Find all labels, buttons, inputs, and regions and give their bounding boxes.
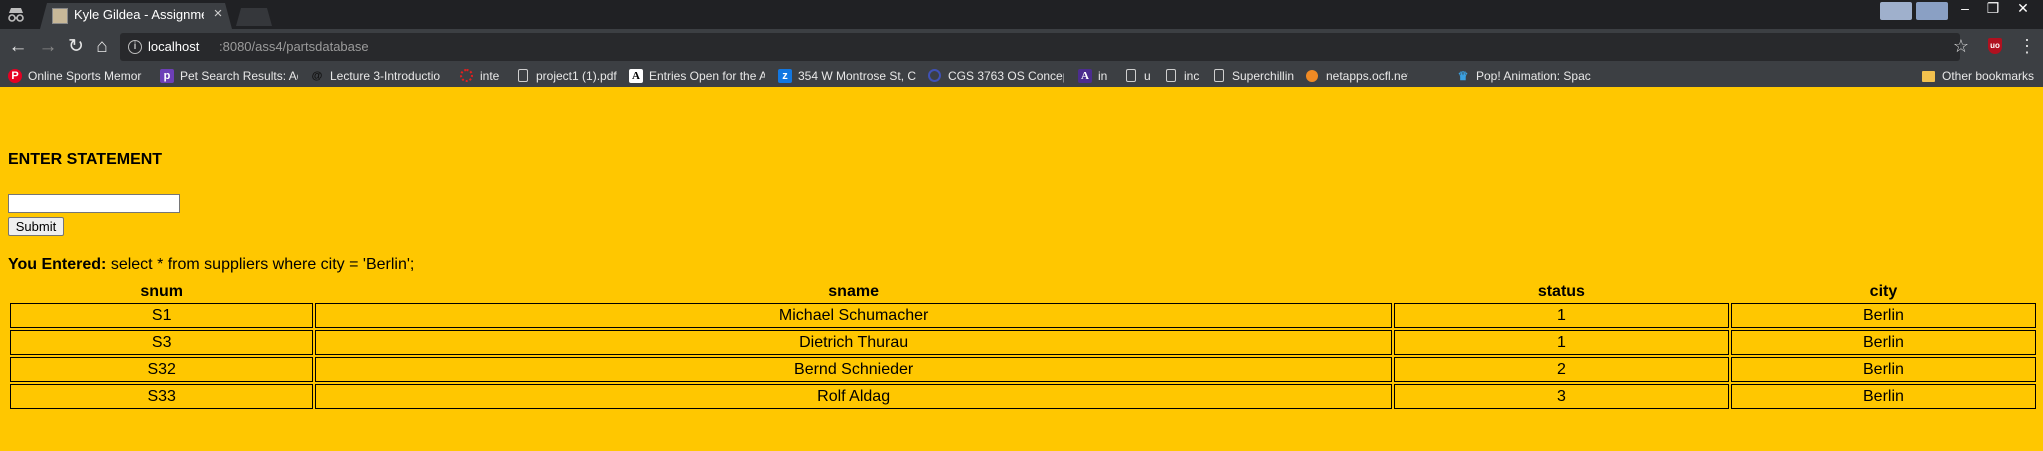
page-icon <box>1166 69 1176 82</box>
entered-label: You Entered: <box>8 256 107 273</box>
table-row: S1 Michael Schumacher 1 Berlin <box>10 303 2036 328</box>
table-cell: S3 <box>10 330 314 355</box>
column-header: status <box>1537 283 1585 300</box>
table-cell: Berlin <box>1730 357 2036 382</box>
table-row: S3 Dietrich Thurau 1 Berlin <box>10 330 2036 355</box>
bookmarks-bar: P Online Sports Memor p Pet Search Resul… <box>0 65 2043 87</box>
tab-favicon-icon <box>52 8 68 24</box>
menu-kebab-icon[interactable]: ⋮ <box>2018 35 2036 57</box>
forward-arrow-icon[interactable]: → <box>36 35 60 59</box>
a-purple-icon: A <box>1078 69 1092 83</box>
column-header: city <box>1869 283 1898 300</box>
info-icon[interactable]: i <box>128 40 142 54</box>
table-row: S33 Rolf Aldag 3 Berlin <box>10 384 2036 409</box>
spiral-icon: @ <box>311 70 323 82</box>
table-cell: Berlin <box>1730 384 2036 409</box>
url-host: localhost <box>148 39 200 54</box>
bookmark-item[interactable]: ♛ Pop! Animation: Spac <box>1456 65 1594 87</box>
page-content: ENTER STATEMENT Submit You Entered: sele… <box>0 87 2043 451</box>
maximize-button[interactable]: ❐ <box>1978 0 2008 18</box>
column-header: snum <box>140 283 184 300</box>
table-cell: Dietrich Thurau <box>315 330 1392 355</box>
entered-value: select * from suppliers where city = 'Be… <box>106 256 415 273</box>
table-header-row: snum sname status city <box>10 283 2036 301</box>
bookmark-item[interactable]: P Online Sports Memor <box>8 65 152 87</box>
table-cell: Berlin <box>1730 330 2036 355</box>
reload-icon[interactable]: ↻ <box>64 35 88 59</box>
bookmark-item[interactable]: CGS 3763 OS Concep <box>928 65 1064 87</box>
page-heading: ENTER STATEMENT <box>8 151 163 168</box>
page-icon <box>1126 69 1136 82</box>
folder-icon <box>1922 71 1935 82</box>
column-header: sname <box>828 283 879 300</box>
extension-eye-icon[interactable] <box>1880 2 1912 20</box>
bookmark-item[interactable]: @ Lecture 3-Introductio <box>310 65 448 87</box>
url-path: :8080/ass4/partsdatabase <box>219 39 369 54</box>
a-icon: A <box>629 69 643 83</box>
bookmark-item[interactable]: p Pet Search Results: Ad <box>160 65 298 87</box>
ublock-icon[interactable]: uo <box>1988 38 2002 54</box>
table-cell: 1 <box>1393 303 1729 328</box>
other-bookmarks[interactable]: Other bookmarks <box>1922 65 2040 87</box>
table-cell: 3 <box>1393 384 1729 409</box>
home-icon[interactable]: ⌂ <box>90 35 114 59</box>
table-cell: Bernd Schnieder <box>315 357 1392 382</box>
minimize-button[interactable]: – <box>1950 0 1980 18</box>
bookmark-item[interactable]: A Entries Open for the A <box>629 65 765 87</box>
incognito-icon <box>8 8 24 22</box>
tab-close-icon[interactable]: × <box>210 5 226 23</box>
table-row: S32 Bernd Schnieder 2 Berlin <box>10 357 2036 382</box>
bookmark-item[interactable]: inc <box>1164 65 1206 87</box>
close-window-button[interactable]: ✕ <box>2008 0 2038 18</box>
table-cell: 1 <box>1393 330 1729 355</box>
table-cell: 2 <box>1393 357 1729 382</box>
bookmark-item[interactable]: A in <box>1078 65 1120 87</box>
pf-icon: p <box>160 69 174 83</box>
page-icon <box>1214 69 1224 82</box>
bookmark-item[interactable]: inte <box>460 65 506 87</box>
bookmark-item[interactable]: project1 (1).pdf <box>516 65 622 87</box>
circle-icon <box>928 69 941 82</box>
table-cell: Rolf Aldag <box>315 384 1392 409</box>
pinterest-icon: P <box>8 69 22 83</box>
table-cell: S33 <box>10 384 314 409</box>
title-bar: Kyle Gildea - Assignment × – ❐ ✕ <box>0 0 2043 29</box>
bookmark-item[interactable]: u <box>1124 65 1154 87</box>
submit-button[interactable]: Submit <box>8 217 64 236</box>
back-arrow-icon[interactable]: ← <box>6 35 30 59</box>
statement-input[interactable] <box>8 194 180 213</box>
bookmark-item[interactable]: netapps.ocfl.net/nsp/ <box>1306 65 1408 87</box>
table-cell: S32 <box>10 357 314 382</box>
orange-icon <box>1306 70 1318 82</box>
extension-window-icon[interactable] <box>1916 2 1948 20</box>
ring-icon <box>460 69 473 82</box>
zillow-icon: z <box>778 69 792 83</box>
results-table: snum sname status city S1 Michael Schuma… <box>8 281 2038 411</box>
bookmark-item[interactable]: z 354 W Montrose St, C <box>778 65 916 87</box>
browser-toolbar: ← → ↻ ⌂ i localhost :8080/ass4/partsdata… <box>0 29 2043 65</box>
entered-statement: You Entered: select * from suppliers whe… <box>8 256 414 274</box>
crown-icon: ♛ <box>1457 69 1469 83</box>
bookmark-star-icon[interactable]: ☆ <box>1950 35 1972 57</box>
bookmark-item[interactable]: Superchillin <box>1212 65 1312 87</box>
new-tab-button[interactable] <box>236 8 272 26</box>
page-icon <box>518 69 528 82</box>
tab-title[interactable]: Kyle Gildea - Assignment <box>74 7 204 23</box>
address-bar[interactable]: i localhost :8080/ass4/partsdatabase <box>120 33 1960 61</box>
table-cell: Berlin <box>1730 303 2036 328</box>
table-cell: Michael Schumacher <box>315 303 1392 328</box>
table-cell: S1 <box>10 303 314 328</box>
